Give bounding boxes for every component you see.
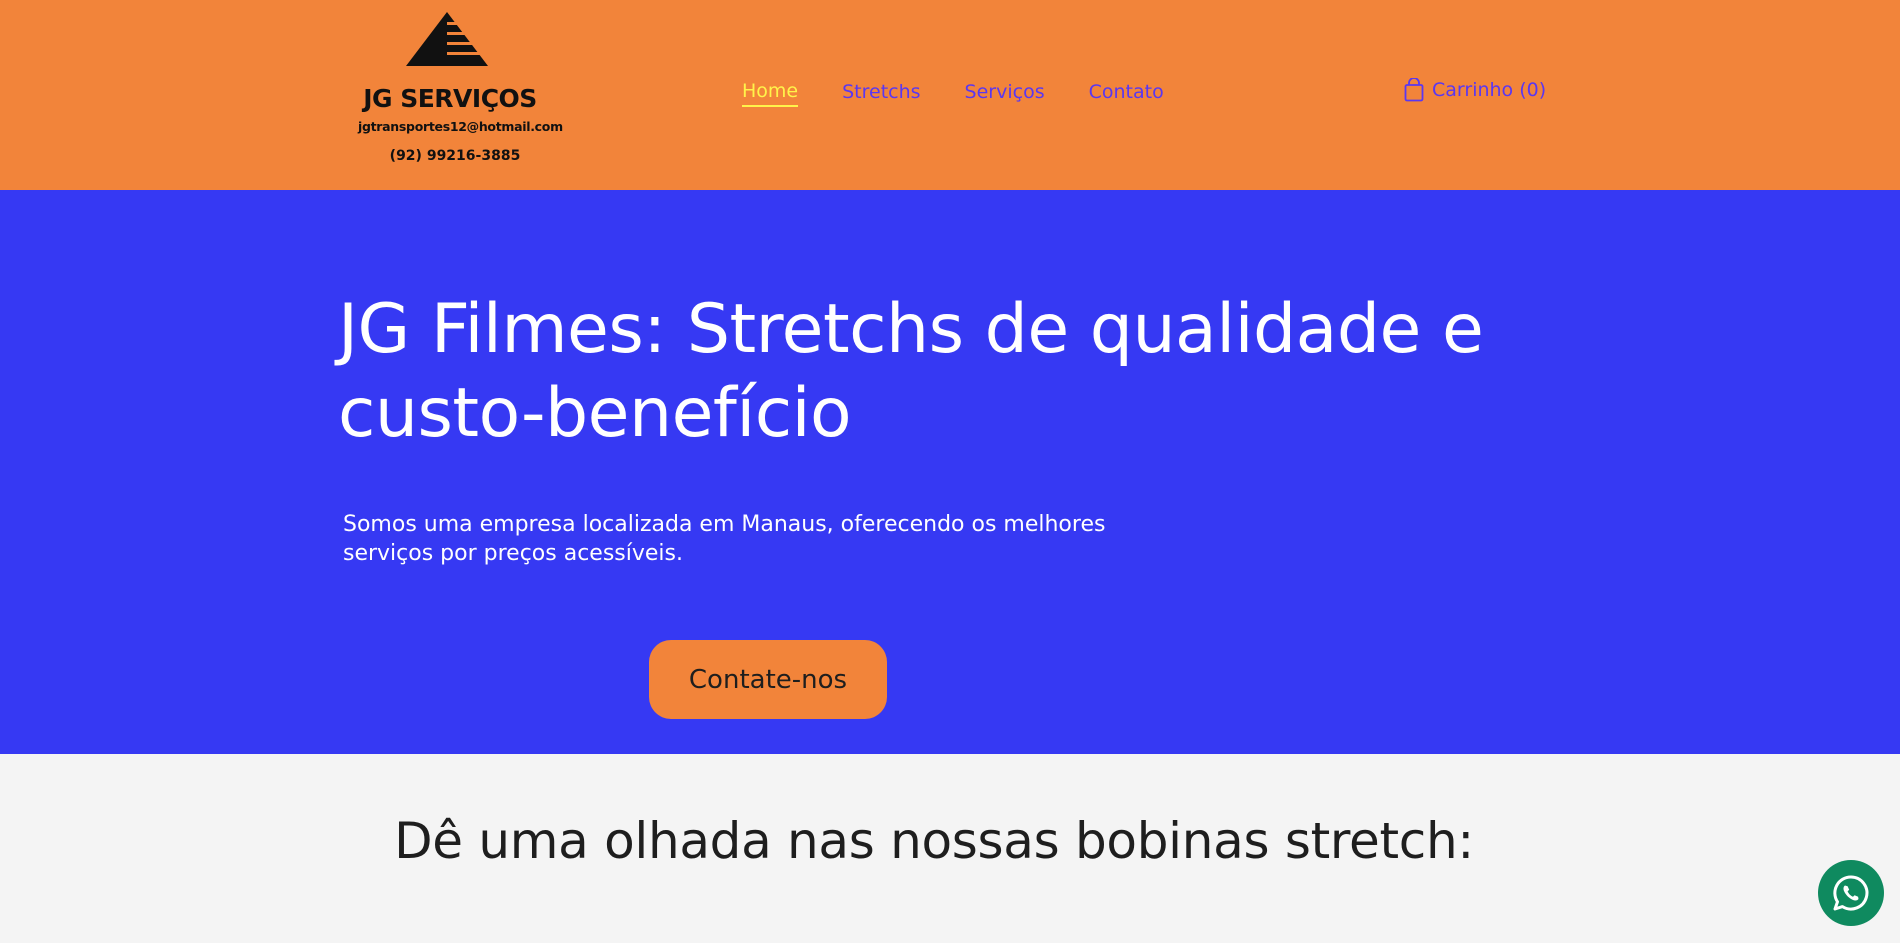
- nav-link-stretchs[interactable]: Stretchs: [842, 81, 920, 106]
- nav-link-servicos[interactable]: Serviços: [965, 81, 1045, 106]
- whatsapp-button[interactable]: [1818, 860, 1884, 926]
- logo-name: JG SERVIÇOS: [363, 84, 537, 113]
- logo-email: jgtransportes12@hotmail.com: [358, 119, 563, 134]
- cart-label: Carrinho (0): [1432, 79, 1547, 101]
- pyramid-logo-icon: [406, 12, 488, 66]
- hero-subtitle: Somos uma empresa localizada em Manaus, …: [343, 512, 1106, 566]
- site-header: JG SERVIÇOS jgtransportes12@hotmail.com …: [0, 0, 1900, 190]
- hero-section: JG Filmes: Stretchs de qualidade e custo…: [0, 190, 1900, 754]
- contact-button[interactable]: Contate-nos: [649, 640, 887, 719]
- logo[interactable]: JG SERVIÇOS jgtransportes12@hotmail.com …: [355, 10, 563, 164]
- nav-link-home[interactable]: Home: [742, 80, 799, 107]
- hero-title: JG Filmes: Stretchs de qualidade e custo…: [338, 290, 1484, 453]
- cart-link[interactable]: Carrinho (0): [1404, 78, 1546, 102]
- main-nav: Home Stretchs Serviços Contato: [742, 80, 1208, 107]
- shopping-bag-icon: [1404, 78, 1424, 102]
- logo-phone: (92) 99216-3885: [389, 148, 521, 164]
- section-title: Dê uma olhada nas nossas bobinas stretch…: [394, 812, 1474, 870]
- products-section: Dê uma olhada nas nossas bobinas stretch…: [0, 754, 1900, 943]
- nav-link-contato[interactable]: Contato: [1089, 81, 1164, 106]
- whatsapp-icon: [1833, 875, 1869, 911]
